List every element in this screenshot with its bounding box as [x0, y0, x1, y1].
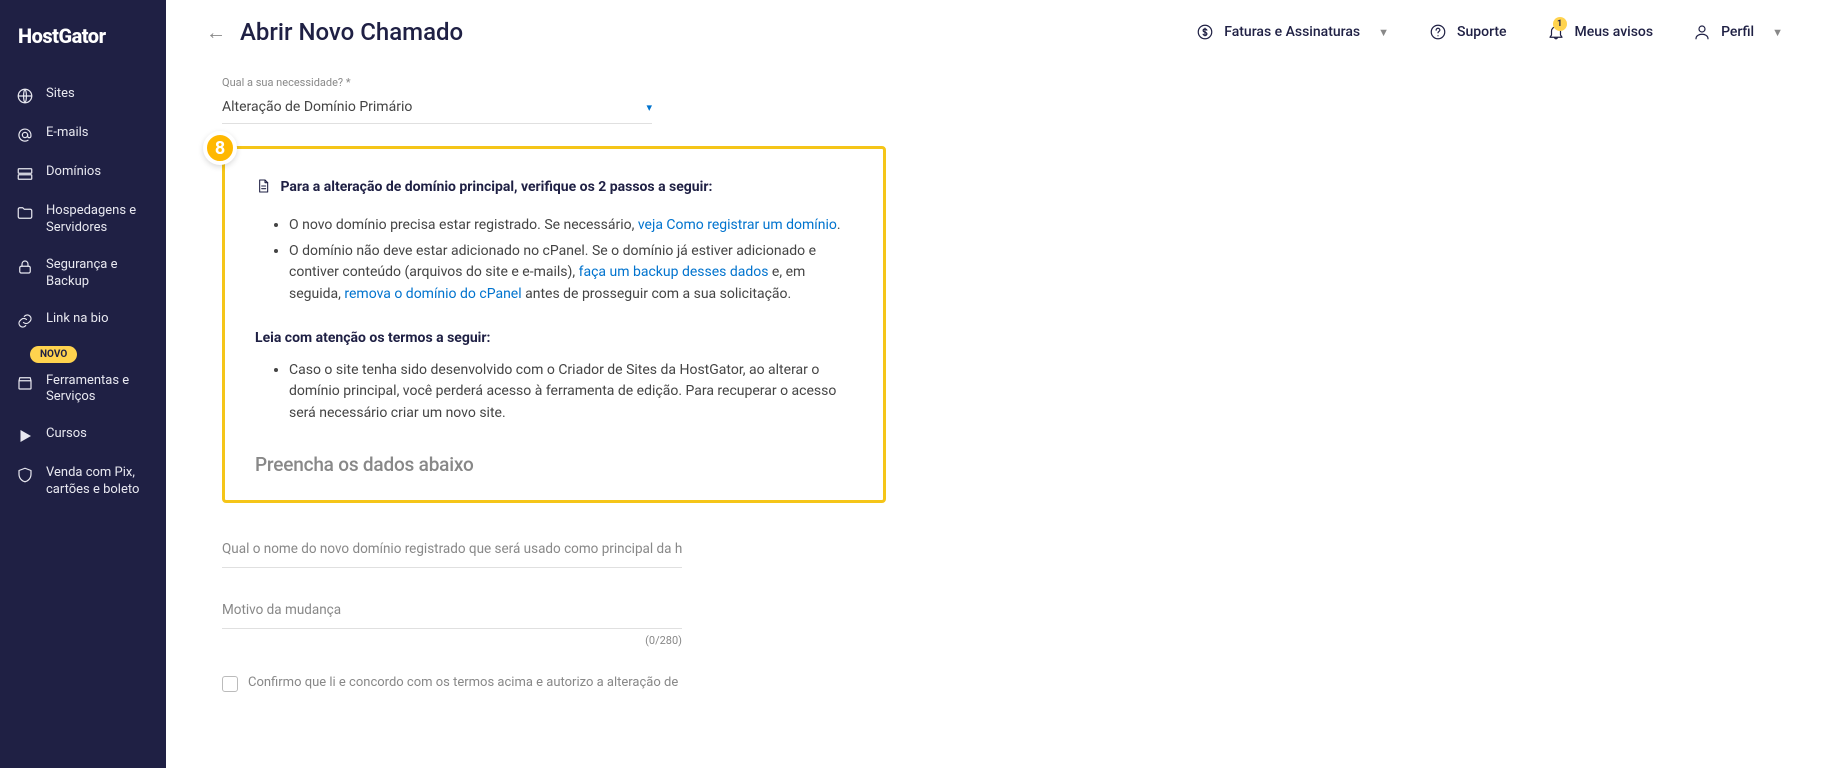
- header-link-profile[interactable]: Perfil ▼: [1693, 23, 1783, 41]
- new-domain-input[interactable]: [222, 531, 682, 568]
- backup-link[interactable]: faça um backup desses dados: [579, 264, 769, 280]
- header-link-support[interactable]: Suporte: [1429, 23, 1507, 41]
- shield-icon: [16, 466, 34, 484]
- char-count: (0/280): [645, 634, 682, 647]
- chevron-down-icon: ▼: [1378, 26, 1389, 39]
- store-icon: [16, 374, 34, 392]
- globe-icon: [16, 87, 34, 105]
- list-item: O novo domínio precisa estar registrado.…: [289, 215, 853, 237]
- sidebar-item-vendapix[interactable]: Venda com Pix, cartões e boleto: [0, 455, 166, 509]
- sidebar-label: Domínios: [46, 164, 101, 181]
- sidebar-label: E-mails: [46, 125, 89, 142]
- need-select[interactable]: Alteração de Domínio Primário ▾: [222, 93, 652, 124]
- sidebar-label: Sites: [46, 86, 75, 103]
- confirm-checkbox-label: Confirmo que li e concordo com os termos…: [248, 675, 678, 690]
- confirm-checkbox[interactable]: [222, 676, 238, 692]
- list-item: O domínio não deve estar adicionado no c…: [289, 241, 853, 306]
- confirm-checkbox-row[interactable]: Confirmo que li e concordo com os termos…: [222, 675, 886, 692]
- info-steps-list: O novo domínio precisa estar registrado.…: [255, 215, 853, 306]
- sidebar-label: Ferramentas e Serviços: [46, 373, 150, 407]
- sidebar-label: Segurança e Backup: [46, 257, 150, 291]
- sidebar-label: Link na bio: [46, 311, 109, 328]
- header-link-billing[interactable]: Faturas e Assinaturas ▼: [1196, 23, 1389, 41]
- terms-heading: Leia com atenção os termos a seguir:: [255, 330, 853, 346]
- fill-title: Preencha os dados abaixo: [255, 453, 853, 476]
- content: Qual a sua necessidade? * Alteração de D…: [166, 58, 926, 732]
- header: ← Abrir Novo Chamado Faturas e Assinatur…: [166, 0, 1823, 58]
- need-select-value: Alteração de Domínio Primário: [222, 99, 412, 115]
- notice-count-badge: 1: [1553, 17, 1567, 31]
- header-link-notices[interactable]: 1 Meus avisos: [1547, 23, 1654, 41]
- sidebar-item-ferramentas[interactable]: Ferramentas e Serviços: [0, 363, 166, 417]
- play-icon: [16, 427, 34, 445]
- sidebar-item-sites[interactable]: Sites: [0, 76, 166, 115]
- sidebar-item-cursos[interactable]: Cursos: [0, 416, 166, 455]
- sidebar-label: Hospedagens e Servidores: [46, 203, 150, 237]
- need-field-label: Qual a sua necessidade? *: [222, 76, 886, 89]
- sidebar-item-hospedagens[interactable]: Hospedagens e Servidores: [0, 193, 166, 247]
- header-label: Perfil: [1721, 24, 1754, 40]
- document-icon: [255, 178, 271, 201]
- list-item: Caso o site tenha sido desenvolvido com …: [289, 360, 853, 425]
- sidebar-item-seguranca[interactable]: Segurança e Backup: [0, 247, 166, 301]
- register-domain-link[interactable]: veja Como registrar um domínio: [638, 217, 837, 233]
- brand-logo: HostGator: [0, 18, 166, 76]
- back-arrow-icon[interactable]: ←: [206, 20, 226, 45]
- sidebar: HostGator Sites E-mails Domínios Hospeda…: [0, 0, 166, 768]
- link-icon: [16, 312, 34, 330]
- remove-cpanel-link[interactable]: remova o domínio do cPanel: [344, 286, 521, 302]
- sidebar-item-emails[interactable]: E-mails: [0, 115, 166, 154]
- info-highlight-box: 8 Para a alteração de domínio principal,…: [222, 146, 886, 503]
- step-number-badge: 8: [203, 131, 237, 165]
- lock-icon: [16, 258, 34, 276]
- novo-badge: NOVO: [30, 346, 77, 363]
- sidebar-label: Venda com Pix, cartões e boleto: [46, 465, 150, 499]
- folder-icon: [16, 204, 34, 222]
- at-icon: [16, 126, 34, 144]
- header-label: Suporte: [1457, 24, 1507, 40]
- chevron-down-icon: ▾: [646, 101, 652, 114]
- header-label: Meus avisos: [1575, 24, 1654, 40]
- page-title: Abrir Novo Chamado: [240, 18, 463, 46]
- header-label: Faturas e Assinaturas: [1224, 24, 1360, 40]
- reason-input[interactable]: [222, 592, 682, 629]
- bell-icon: 1: [1547, 23, 1565, 41]
- sidebar-item-linkbio[interactable]: Link na bio NOVO: [0, 301, 166, 363]
- user-icon: [1693, 23, 1711, 41]
- chevron-down-icon: ▼: [1772, 26, 1783, 39]
- info-heading-text: Para a alteração de domínio principal, v…: [280, 179, 712, 195]
- sidebar-item-dominios[interactable]: Domínios: [0, 154, 166, 193]
- terms-list: Caso o site tenha sido desenvolvido com …: [255, 360, 853, 425]
- sidebar-label: Cursos: [46, 426, 87, 443]
- help-icon: [1429, 23, 1447, 41]
- server-icon: [16, 165, 34, 183]
- dollar-icon: [1196, 23, 1214, 41]
- info-heading: Para a alteração de domínio principal, v…: [255, 177, 853, 201]
